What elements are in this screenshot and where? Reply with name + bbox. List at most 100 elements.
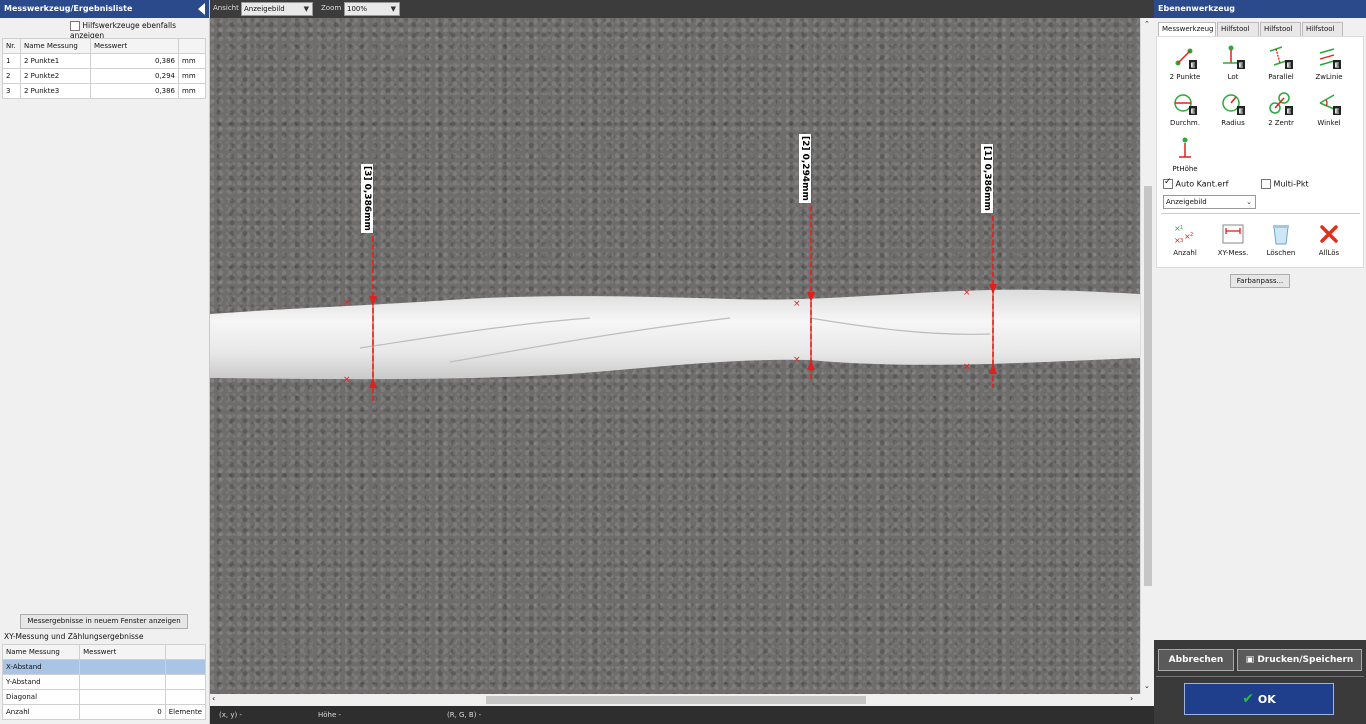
tool-label: Parallel <box>1268 73 1294 81</box>
table-row[interactable]: Diagonal <box>1 689 207 705</box>
scroll-up-icon[interactable]: ⌃ <box>1144 20 1150 28</box>
trash-icon <box>1257 221 1305 247</box>
right-panel: Ebenenwerkzeug Messwerkzeug Hilfstool 1 … <box>1154 0 1366 640</box>
edge-point-icon: × <box>343 298 351 308</box>
radius-icon: E <box>1209 91 1257 117</box>
ok-button[interactable]: ✔ OK <box>1184 683 1334 715</box>
right-panel-title-text: Ebenenwerkzeug <box>1158 4 1236 13</box>
left-panel: Messwerkzeug/Ergebnisliste Hilfswerkzeug… <box>0 0 210 724</box>
row-unit: mm <box>178 53 206 69</box>
multi-point-label: Multi-Pkt <box>1273 179 1309 189</box>
auto-edge-option[interactable]: Auto Kant.erf <box>1163 177 1229 189</box>
divider <box>1161 213 1360 214</box>
row-value <box>79 659 166 675</box>
action-delete-all[interactable]: AllLös <box>1305 221 1353 257</box>
action-count[interactable]: × 1 × 2 × 3 Anzahl <box>1161 221 1209 257</box>
measurement-2-label-box: [2] 0,294mm <box>799 134 819 214</box>
arrow-up-icon <box>989 364 997 374</box>
ok-label: OK <box>1257 693 1276 706</box>
table-row[interactable]: Anzahl 0 Elemente <box>1 704 207 720</box>
col-value[interactable]: Messwert <box>79 644 166 660</box>
show-helpers-checkbox[interactable] <box>70 21 80 31</box>
svg-text:E: E <box>1239 108 1244 116</box>
tool-diameter[interactable]: E Durchm. <box>1161 91 1209 127</box>
table-row[interactable]: 2 2 Punkte2 0,294 mm <box>2 68 206 84</box>
edge-point-icon: × <box>963 362 971 372</box>
tool-between-line[interactable]: E ZwLinie <box>1305 45 1353 81</box>
auto-edge-label: Auto Kant.erf <box>1175 179 1229 189</box>
edge-point-icon: × <box>963 288 971 298</box>
edge-point-icon: × <box>793 355 801 365</box>
checkmark-icon: ✔ <box>1242 691 1254 707</box>
arrow-up-icon <box>369 378 377 388</box>
table-row[interactable]: 3 2 Punkte3 0,386 mm <box>2 83 206 99</box>
scroll-right-icon[interactable]: › <box>1130 694 1133 703</box>
perpendicular-icon: E <box>1209 45 1257 71</box>
tool-angle[interactable]: E Winkel <box>1305 91 1353 127</box>
row-unit <box>164 689 207 705</box>
angle-icon: E <box>1305 91 1353 117</box>
col-name[interactable]: Name Messung <box>20 38 91 54</box>
tab-messwerkzeug[interactable]: Messwerkzeug <box>1158 22 1216 36</box>
measurement-3-label-box: [3] 0,386mm <box>361 164 381 244</box>
action-label: AllLös <box>1318 249 1340 257</box>
color-adjust-button[interactable]: Farbanpass... <box>1230 274 1290 288</box>
view-select[interactable]: Anzeigebild ▼ <box>241 2 313 16</box>
svg-text:3: 3 <box>1180 238 1183 244</box>
tool-parallel[interactable]: E Parallel <box>1257 45 1305 81</box>
print-save-button[interactable]: ▣ Drucken/Speichern <box>1237 649 1362 671</box>
vertical-scroll-thumb[interactable] <box>1144 186 1152 586</box>
tab-hilfstool-3[interactable]: Hilfstool 3 <box>1302 22 1343 46</box>
tool-radius[interactable]: E Radius <box>1209 91 1257 127</box>
svg-text:E: E <box>1287 108 1292 116</box>
multi-point-checkbox[interactable] <box>1261 179 1271 189</box>
point-height-icon <box>1161 137 1209 163</box>
tool-point-height[interactable]: PtHöhe <box>1161 137 1209 173</box>
scroll-down-icon[interactable]: ⌄ <box>1144 682 1150 690</box>
tab-hilfstool-2[interactable]: Hilfstool 2 <box>1260 22 1301 46</box>
action-xy-measure[interactable]: XY-Mess. <box>1209 221 1257 257</box>
vertical-scrollbar[interactable]: ⌃ ⌄ <box>1140 18 1154 694</box>
image-canvas[interactable]: × × × × × × [3] 0,386mm [2] 0,294mm [1] … <box>210 18 1140 694</box>
print-save-label: Drucken/Speichern <box>1257 655 1354 665</box>
tool-label: 2 Punkte <box>1169 73 1201 81</box>
col-nr[interactable]: Nr. <box>2 38 21 54</box>
table-row[interactable]: X-Abstand <box>1 659 207 675</box>
open-results-window-button[interactable]: Messergebnisse in neuem Fenster anzeigen <box>20 614 188 629</box>
row-name: 2 Punkte1 <box>20 53 91 69</box>
tool-label: Lot <box>1227 73 1239 81</box>
row-unit <box>164 659 207 675</box>
view-toolbar: Ansicht Anzeigebild ▼ Zoom 100% ▼ <box>210 0 1154 18</box>
image-source-select[interactable]: Anzeigebild ⌄ <box>1163 195 1256 209</box>
col-name[interactable]: Name Messung <box>1 644 81 660</box>
horizontal-scroll-thumb[interactable] <box>486 696 866 704</box>
col-value[interactable]: Messwert <box>90 38 179 54</box>
cancel-button[interactable]: Abbrechen <box>1158 649 1234 671</box>
table-row[interactable]: 1 2 Punkte1 0,386 mm <box>2 53 206 69</box>
scroll-left-icon[interactable]: ‹ <box>212 694 215 703</box>
two-points-icon: E <box>1161 45 1209 71</box>
auto-edge-checkbox[interactable] <box>1163 177 1173 189</box>
svg-text:2: 2 <box>1190 232 1193 238</box>
action-delete[interactable]: Löschen <box>1257 221 1305 257</box>
xy-table: Name Messung Messwert X-Abstand Y-Abstan… <box>1 644 207 720</box>
dialog-actions: Abbrechen ▣ Drucken/Speichern ✔ OK <box>1154 640 1366 724</box>
chevron-down-icon: ▼ <box>390 5 396 13</box>
tool-two-centers[interactable]: E 2 Zentr <box>1257 91 1305 127</box>
zoom-select[interactable]: 100% ▼ <box>344 2 400 16</box>
multi-point-option[interactable]: Multi-Pkt <box>1261 179 1309 189</box>
col-unit[interactable] <box>164 644 207 660</box>
xy-section-title: XY-Messung und Zählungsergebnisse <box>4 632 144 641</box>
results-header-row: Nr. Name Messung Messwert <box>2 38 206 54</box>
row-name: Anzahl <box>1 704 81 720</box>
row-nr: 3 <box>2 83 21 99</box>
collapse-icon[interactable] <box>198 3 205 15</box>
tab-hilfstool-1[interactable]: Hilfstool 1 <box>1217 22 1259 46</box>
horizontal-scrollbar[interactable]: ‹ › <box>210 694 1140 706</box>
tool-perpendicular[interactable]: E Lot <box>1209 45 1257 81</box>
tool-two-points[interactable]: E 2 Punkte <box>1161 45 1209 81</box>
tool-label: 2 Zentr <box>1268 119 1294 127</box>
table-row[interactable]: Y-Abstand <box>1 674 207 690</box>
col-unit[interactable] <box>178 38 206 54</box>
row-value <box>79 689 166 705</box>
